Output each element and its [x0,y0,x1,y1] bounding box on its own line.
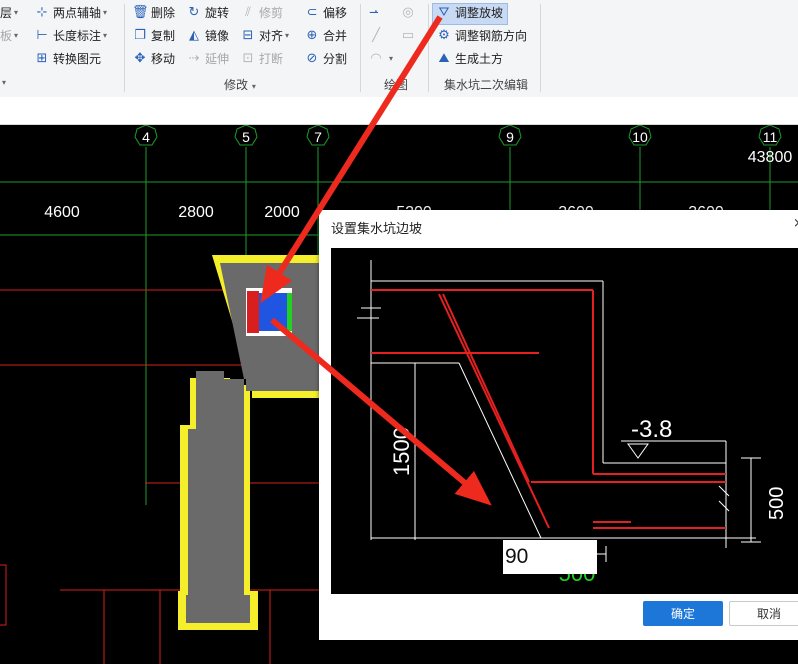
split-button[interactable]: ⊘ 分割 [304,50,347,68]
elevation-label: -3.8 [631,416,672,443]
red-rect [0,564,7,626]
rebar-direction-icon: ⚙ [438,28,450,43]
depth-dimension-label: 1500 [389,427,414,476]
white-line [458,362,542,539]
overall-dimension: 43800 [748,149,793,166]
generate-earthwork-icon: ⛰ [438,51,450,66]
slope-angle-input[interactable] [503,540,597,574]
convert-element-icon: ⊞ [36,51,48,66]
slab-button[interactable]: 板 ▾ [0,27,18,45]
point-icon: ·̶ [373,5,379,20]
group-divider [540,4,541,92]
axis-label-9: 9 [506,129,514,145]
offset-icon: ⊂ [306,5,318,20]
selected-sump-pit[interactable] [246,288,292,336]
two-point-axis-icon: ⊹ [36,5,48,20]
mirror-button[interactable]: ◭ 镜像 [186,27,229,45]
dialog-title: 设置集水坑边坡 [331,222,423,237]
offset-button[interactable]: ⊂ 偏移 [304,4,347,22]
merge-button[interactable]: ⊕ 合并 [304,27,347,45]
close-icon[interactable]: × [793,216,798,231]
rotate-button[interactable]: ↻ 旋转 [186,4,229,22]
group-expand-icon[interactable]: ▾ [2,74,6,92]
sump-edit-group-label: 集水坑二次编辑 [444,78,529,92]
group-divider [428,4,429,92]
break-button[interactable]: ⊡ 打断 [240,50,283,68]
copy-icon: ❐ [134,28,146,43]
white-line [718,485,730,497]
length-dimension-icon: ⊢ [36,28,48,43]
draw-circle-button[interactable]: ◎ [400,4,419,22]
axis-bubbles: 4 5 7 9 10 11 43800 [134,125,793,166]
generate-earthwork-button[interactable]: ⛰ 生成土方 [436,50,503,68]
delete-icon: 🗑 [132,5,149,20]
trim-button[interactable]: ⫽ 修剪 [240,4,283,22]
extend-button[interactable]: ⇢ 延伸 [186,50,229,68]
elevation-marker [627,443,649,459]
merge-icon: ⊕ [306,28,318,43]
split-icon: ⊘ [306,51,318,66]
move-icon: ✥ [134,51,146,66]
ribbon-toolbar: 层 ▾ 板 ▾ ▾ ⊹ 两点辅轴 ▾ ⊢ 长度标注 ▾ ⊞ 转换图元 🗑 删除 ❐ 复制 ✥ 移动 … [0,0,798,98]
line-icon: ╱ [372,28,380,43]
delete-button[interactable]: 🗑 删除 [132,4,175,22]
group-divider [124,4,125,92]
copy-button[interactable]: ❐ 复制 [132,27,175,45]
layer-button[interactable]: 层 ▾ [0,4,18,22]
adjust-slope-icon: ⛛ [438,5,450,20]
cancel-button[interactable]: 取消 [729,601,798,626]
axis-label-11: 11 [763,129,778,145]
break-icon: ⊡ [242,51,254,66]
confirm-button[interactable]: 确定 [643,601,723,626]
sump-green-edge [287,293,292,331]
move-button[interactable]: ✥ 移动 [132,50,175,68]
rebar-line [442,293,530,483]
draw-point-button[interactable]: ·̶ [368,4,387,22]
dimension-label: 2800 [178,204,214,221]
draw-rectangle-button[interactable]: ▭ [400,27,419,45]
height-dimension-label: 500 [766,487,788,520]
dimension-label: 2000 [264,204,300,221]
draw-line-button[interactable]: ╱ [368,27,387,45]
adjust-slope-button[interactable]: ⛛ 调整放坡 [436,4,503,22]
toolbar-strip [0,97,798,125]
arc-icon: ◠ [370,51,382,66]
adjust-rebar-direction-button[interactable]: ⚙ 调整钢筋方向 [436,27,527,45]
diagram-red-rebar [371,289,726,529]
mirror-icon: ◭ [189,28,199,43]
axis-label-5: 5 [242,129,250,145]
sump-red-edge [247,291,259,333]
trim-icon: ⫽ [245,5,251,20]
slope-diagram: -3.8 1500 500 500 [331,248,798,594]
rotate-icon: ↻ [188,5,200,20]
dimension-label: 4600 [44,204,80,221]
align-icon: ⊟ [242,28,254,43]
diagram-white-lines [357,260,761,562]
rectangle-icon: ▭ [401,28,415,43]
extend-icon: ⇢ [188,51,200,66]
white-line [718,500,730,512]
convert-element-button[interactable]: ⊞ 转换图元 [34,50,101,68]
draw-arc-button[interactable]: ◠ ▾ [368,50,393,68]
two-point-axis-button[interactable]: ⊹ 两点辅轴 ▾ [34,4,107,22]
set-sump-slope-dialog: 设置集水坑边坡 × [319,210,798,640]
circle-icon: ◎ [402,5,414,20]
rebar-line [438,293,550,529]
axis-label-10: 10 [632,129,648,145]
axis-label-4: 4 [142,129,150,145]
length-dimension-button[interactable]: ⊢ 长度标注 ▾ [34,27,107,45]
modify-group-label: 修改 ▾ [224,78,256,92]
group-divider [360,4,361,92]
axis-label-7: 7 [314,129,322,145]
align-button[interactable]: ⊟ 对齐 ▾ [240,27,289,45]
sump-blue-fill [259,293,287,331]
draw-group-label: 绘图 [384,78,409,92]
